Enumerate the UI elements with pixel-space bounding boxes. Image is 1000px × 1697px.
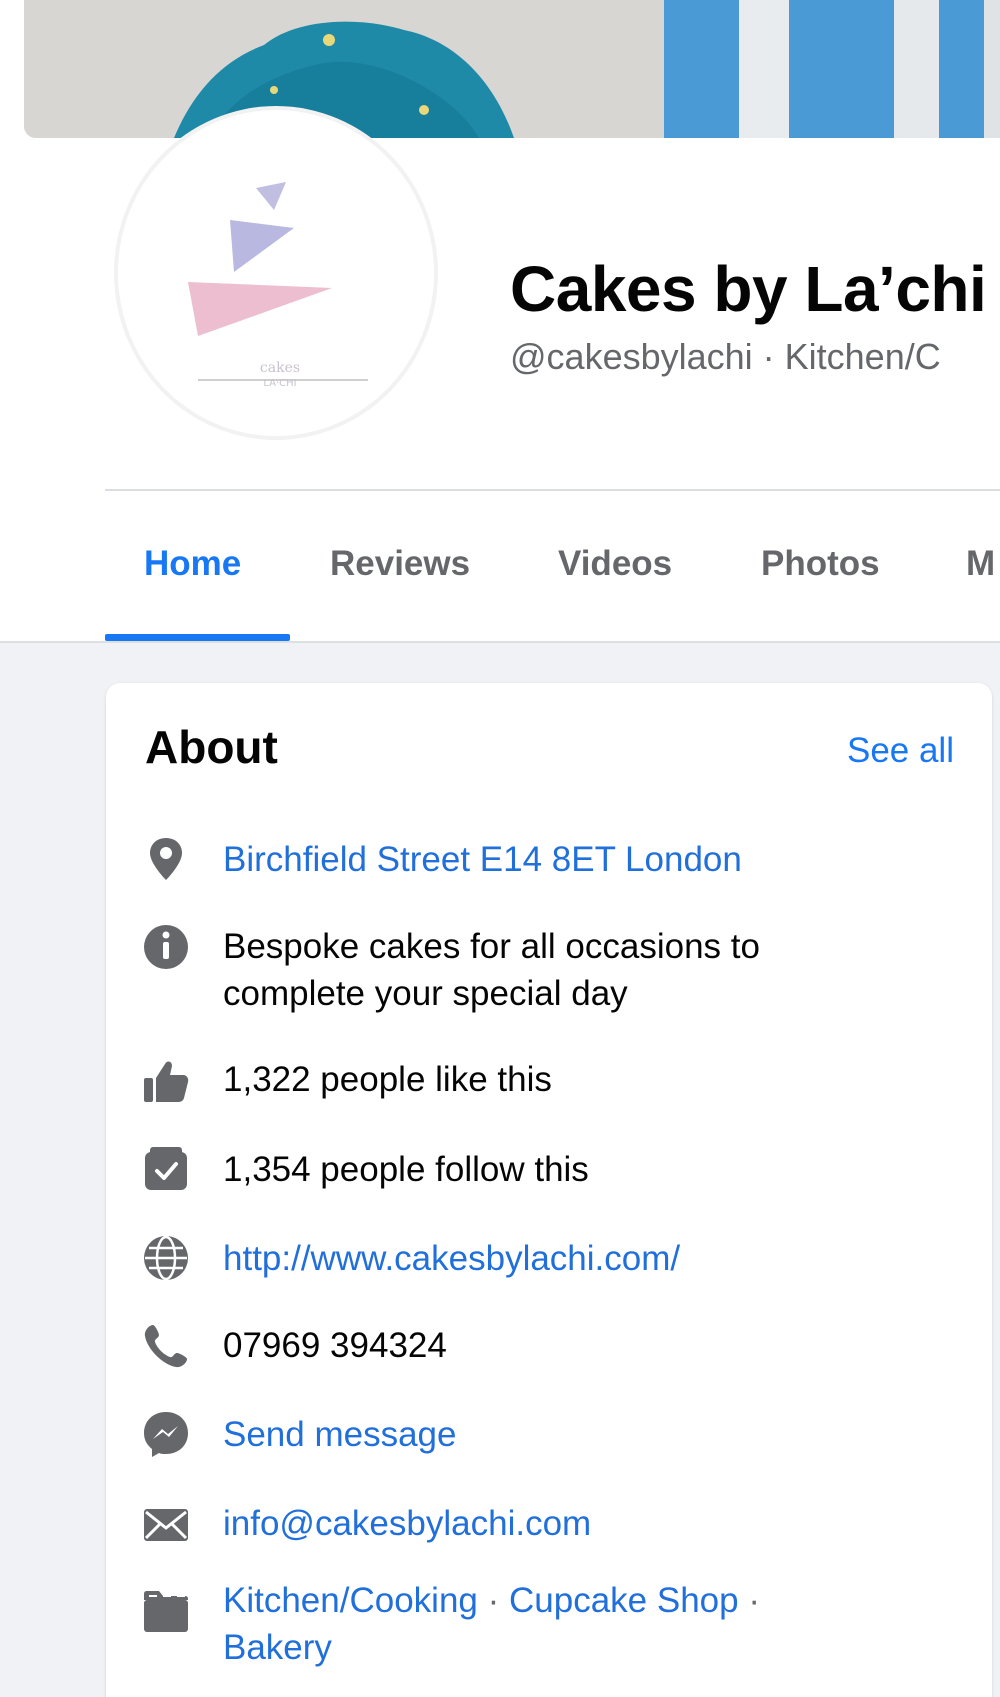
svg-text:LA·CHI: LA·CHI bbox=[263, 378, 296, 389]
category-separator: · bbox=[738, 1581, 760, 1620]
follows-count: 1,354 people follow this bbox=[223, 1150, 589, 1189]
description-line-2: complete your special day bbox=[223, 974, 628, 1013]
see-all-link[interactable]: See all bbox=[847, 731, 954, 771]
phone-icon bbox=[144, 1325, 187, 1368]
tab-home[interactable]: Home bbox=[144, 544, 241, 584]
messenger-icon bbox=[144, 1412, 188, 1457]
envelope-icon bbox=[144, 1509, 188, 1541]
map-pin-icon bbox=[150, 838, 182, 880]
phone-number[interactable]: 07969 394324 bbox=[223, 1322, 963, 1369]
website-link[interactable]: http://www.cakesbylachi.com/ bbox=[223, 1235, 963, 1282]
svg-text:cakes: cakes bbox=[260, 360, 300, 376]
category-link-kitchen[interactable]: Kitchen/Cooking bbox=[223, 1581, 478, 1620]
active-tab-indicator bbox=[105, 634, 290, 641]
profile-picture[interactable]: cakes LA·CHI bbox=[114, 106, 438, 440]
email-link[interactable]: info@cakesbylachi.com bbox=[223, 1500, 963, 1547]
follow-check-icon bbox=[145, 1147, 187, 1190]
page-description: Bespoke cakes for all occasions to compl… bbox=[223, 923, 963, 1017]
tab-reviews[interactable]: Reviews bbox=[330, 544, 470, 584]
tab-videos[interactable]: Videos bbox=[558, 544, 672, 584]
header-divider bbox=[105, 489, 1000, 491]
page-handle-category: @cakesbylachi · Kitchen/C bbox=[510, 336, 941, 377]
info-icon bbox=[144, 925, 188, 969]
page-title: Cakes by La’chi bbox=[510, 253, 987, 325]
tab-photos[interactable]: Photos bbox=[761, 544, 880, 584]
thumbs-up-icon bbox=[144, 1061, 189, 1102]
category-link-cupcake-shop[interactable]: Cupcake Shop bbox=[509, 1581, 739, 1620]
globe-icon bbox=[144, 1235, 188, 1281]
facebook-page-viewport: cakes LA·CHI Cakes by La’chi @cakesbylac… bbox=[0, 0, 1000, 1697]
category-list: Kitchen/Cooking · Cupcake Shop · Bakery bbox=[223, 1577, 963, 1671]
tab-more[interactable]: M bbox=[966, 544, 995, 584]
address-link[interactable]: Birchfield Street E14 8ET London bbox=[223, 836, 963, 883]
about-heading: About bbox=[145, 721, 278, 773]
likes-count: 1,322 people like this bbox=[223, 1060, 552, 1099]
send-message-link[interactable]: Send message bbox=[223, 1411, 963, 1458]
description-line-1: Bespoke cakes for all occasions to bbox=[223, 927, 760, 966]
category-folder-icon bbox=[144, 1591, 188, 1632]
header-border bbox=[0, 641, 1000, 643]
category-link-bakery[interactable]: Bakery bbox=[223, 1628, 332, 1667]
category-separator: · bbox=[477, 1581, 509, 1620]
